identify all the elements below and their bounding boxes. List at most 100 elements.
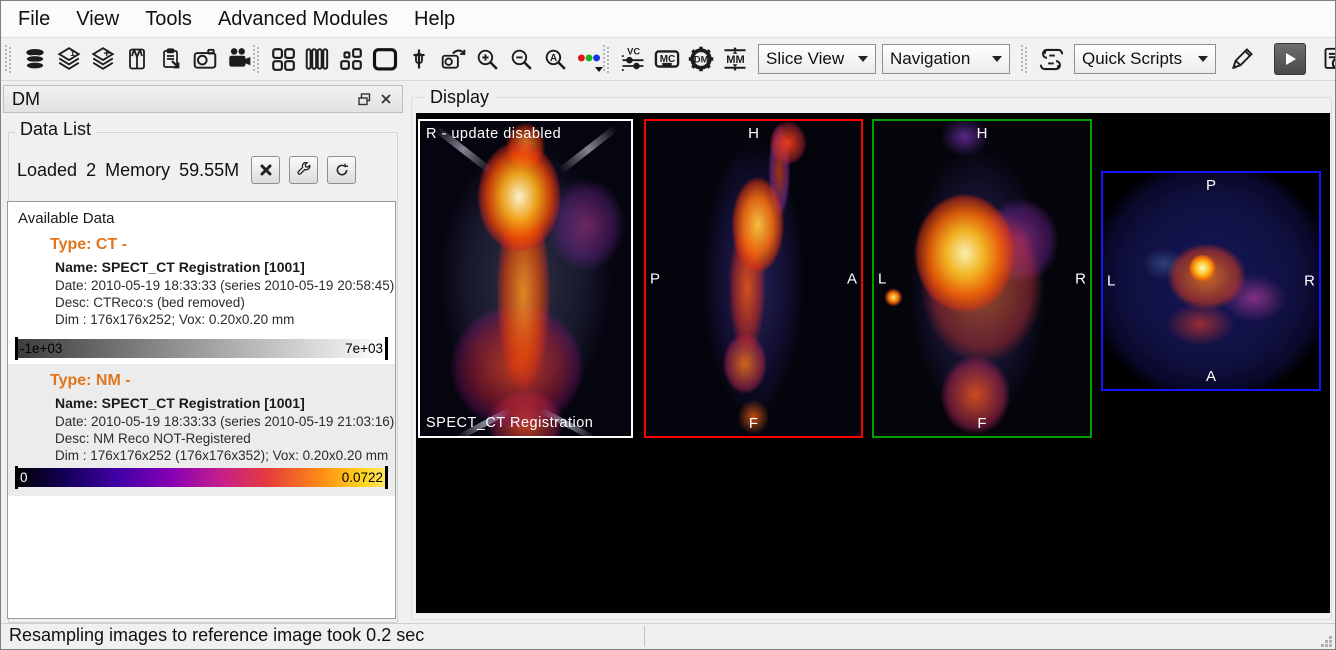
loaded-count: 2 xyxy=(86,160,96,181)
camera-rotate-button[interactable] xyxy=(437,43,469,75)
menu-help[interactable]: Help xyxy=(401,4,468,35)
clipboard-export-icon xyxy=(159,47,183,71)
zoom-out-button[interactable] xyxy=(505,43,537,75)
entry-date-label: Date: 2010-05-19 18:33:33 (series 2010-0… xyxy=(55,278,394,293)
wrench-icon xyxy=(296,162,312,178)
toolbar-drag-handle[interactable] xyxy=(253,45,260,73)
display-canvas: R - update disabled SPECT_CT Registratio… xyxy=(416,113,1330,613)
script-log-button[interactable] xyxy=(1318,43,1336,75)
view-mip[interactable]: R - update disabled SPECT_CT Registratio… xyxy=(418,119,633,438)
script-button[interactable] xyxy=(1035,43,1067,75)
colorbar-max-handle[interactable] xyxy=(385,337,388,360)
toolbar-drag-handle[interactable] xyxy=(5,45,12,73)
layers-add-button[interactable]: + xyxy=(87,43,119,75)
data-list-title: Data List xyxy=(15,119,96,140)
script-icon xyxy=(1038,46,1065,73)
mm-module-button[interactable]: MM xyxy=(719,43,751,75)
view-transverse[interactable]: P A L R xyxy=(1101,171,1321,391)
layout-slices-button[interactable] xyxy=(301,43,333,75)
menu-view[interactable]: View xyxy=(63,4,132,35)
orientation-label-right: R xyxy=(1075,270,1086,287)
menu-tools[interactable]: Tools xyxy=(132,4,205,35)
toolbar-group-layout: A xyxy=(253,42,605,76)
mm-measure-icon: MM xyxy=(721,45,749,73)
database-button[interactable] xyxy=(19,43,51,75)
snapshot-button[interactable] xyxy=(189,43,221,75)
probe-tool-button[interactable] xyxy=(403,43,435,75)
navigation-dropdown-value: Navigation xyxy=(890,49,970,69)
vc-module-button[interactable]: VC xyxy=(617,43,649,75)
movie-button[interactable] xyxy=(223,43,255,75)
reload-button[interactable] xyxy=(327,156,356,184)
layout-mixed-button[interactable] xyxy=(335,43,367,75)
settings-button[interactable] xyxy=(289,156,318,184)
orientation-label-right: A xyxy=(847,270,857,287)
layers-add-icon: + xyxy=(90,46,116,72)
float-panel-button[interactable] xyxy=(354,89,374,109)
color-channels-button[interactable] xyxy=(573,43,605,75)
probe-tool-icon xyxy=(407,47,431,71)
zoom-auto-button[interactable]: A xyxy=(539,43,571,75)
dm-gear-icon: DM xyxy=(687,45,715,73)
play-icon xyxy=(1282,51,1298,67)
layers-one-button[interactable]: 1. xyxy=(53,43,85,75)
mc-frame-icon: MC xyxy=(653,45,681,73)
orientation-label-bottom: F xyxy=(977,415,986,432)
suit-icon xyxy=(125,47,149,71)
orientation-label-right: R xyxy=(1304,273,1315,290)
video-camera-icon xyxy=(226,46,252,72)
layout-single-button[interactable] xyxy=(369,43,401,75)
chevron-down-icon xyxy=(858,56,868,62)
toolbar-group-modules: VC MC DM MM Slice View Navigation xyxy=(603,42,1010,76)
entry-dim-label: Dim : 176x176x252 (176x176x352); Vox: 0.… xyxy=(55,448,388,463)
view-coronal[interactable]: H F L R xyxy=(872,119,1092,438)
memory-value: 59.55M xyxy=(179,160,239,181)
close-panel-button[interactable] xyxy=(376,89,396,109)
layout-slices-icon xyxy=(304,46,330,72)
clear-data-button[interactable] xyxy=(251,156,280,184)
orientation-label-bottom: A xyxy=(1206,368,1216,385)
orientation-label-left: L xyxy=(1107,273,1115,290)
ct-colorbar[interactable]: -1e+03 7e+03 xyxy=(15,339,388,358)
menu-advanced-modules[interactable]: Advanced Modules xyxy=(205,4,401,35)
view-dataset-overlay: SPECT_CT Registration xyxy=(426,415,593,431)
colorbar-min-label: 0 xyxy=(20,470,28,485)
reload-icon xyxy=(334,162,350,178)
camera-rotate-icon xyxy=(440,46,466,72)
dm-panel-titlebar[interactable]: DM xyxy=(3,85,403,113)
sagittal-image xyxy=(646,121,861,436)
colorbar-min-handle[interactable] xyxy=(15,337,18,360)
nm-colorbar[interactable]: 0 0.0722 xyxy=(15,468,388,487)
edit-script-button[interactable] xyxy=(1226,43,1258,75)
layout-single-icon xyxy=(371,45,399,73)
entry-type-label: Type: NM - xyxy=(50,372,131,390)
close-icon xyxy=(380,93,392,105)
view-sagittal[interactable]: H F P A xyxy=(644,119,863,438)
navigation-dropdown[interactable]: Navigation xyxy=(882,44,1010,74)
colorbar-max-handle[interactable] xyxy=(385,466,388,489)
float-icon xyxy=(358,93,371,106)
colorbar-min-label: -1e+03 xyxy=(20,341,62,356)
menu-file[interactable]: File xyxy=(5,4,63,35)
layout-grid-button[interactable] xyxy=(267,43,299,75)
available-data-panel[interactable]: Available Data Type: CT - Name: SPECT_CT… xyxy=(7,201,396,619)
resize-grip[interactable] xyxy=(1320,635,1333,648)
suit-button[interactable] xyxy=(121,43,153,75)
dm-module-button[interactable]: DM xyxy=(685,43,717,75)
clipboard-export-button[interactable] xyxy=(155,43,187,75)
zoom-in-button[interactable] xyxy=(471,43,503,75)
toolbar-group-scripts: Quick Scripts xyxy=(1021,42,1336,76)
zoom-in-icon xyxy=(475,47,500,72)
entry-type-label: Type: CT - xyxy=(50,236,127,254)
status-bar: Resampling images to reference image too… xyxy=(1,623,1335,650)
toolbar-drag-handle[interactable] xyxy=(1021,45,1028,73)
data-entry-nm[interactable]: Type: NM - Name: SPECT_CT Registration [… xyxy=(8,364,395,496)
entry-date-label: Date: 2010-05-19 18:33:33 (series 2010-0… xyxy=(55,414,394,429)
mc-module-button[interactable]: MC xyxy=(651,43,683,75)
run-script-button[interactable] xyxy=(1274,43,1306,75)
toolbar-drag-handle[interactable] xyxy=(603,45,610,73)
slice-view-dropdown[interactable]: Slice View xyxy=(758,44,876,74)
orientation-label-top: H xyxy=(977,125,988,142)
quick-scripts-dropdown[interactable]: Quick Scripts xyxy=(1074,44,1216,74)
colorbar-min-handle[interactable] xyxy=(15,466,18,489)
